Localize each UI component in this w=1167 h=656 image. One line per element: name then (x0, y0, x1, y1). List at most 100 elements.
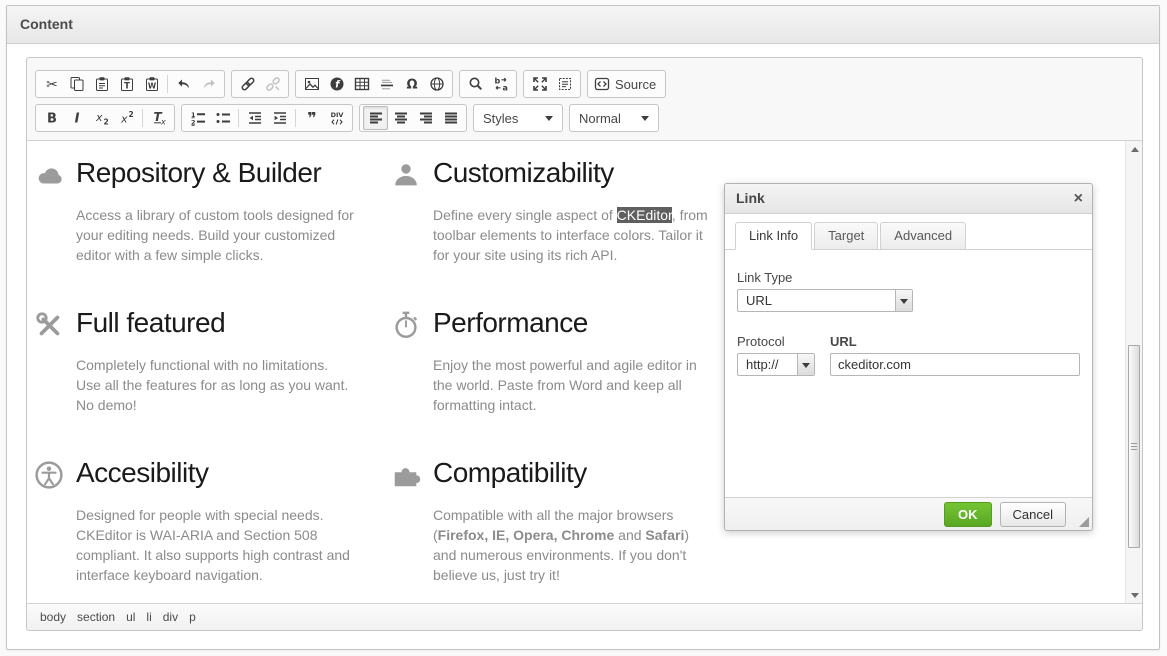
text-segment: Safari (645, 527, 684, 543)
link-icon (240, 76, 256, 92)
subscript-button[interactable] (89, 106, 114, 130)
italic-icon (69, 110, 85, 126)
show-blocks-button[interactable] (552, 72, 577, 96)
special-character-button[interactable] (399, 72, 424, 96)
remove-format-button[interactable] (146, 106, 171, 130)
dialog-body: Link Type URL Protocol http:// URL (725, 250, 1092, 502)
url-input[interactable] (830, 353, 1080, 376)
align-justify-button[interactable] (438, 106, 463, 130)
numbered-list-button[interactable] (185, 106, 210, 130)
source-label: Source (615, 77, 656, 92)
paste-button[interactable] (89, 72, 114, 96)
subscript-icon (94, 110, 110, 126)
link-type-dropdown-button[interactable] (895, 290, 912, 311)
align-right-button[interactable] (413, 106, 438, 130)
superscript-button[interactable] (114, 106, 139, 130)
replace-icon (493, 76, 509, 92)
puzzle-icon (391, 460, 421, 490)
paste-word-button[interactable] (139, 72, 164, 96)
indent-icon (272, 110, 288, 126)
section-title: Accesibility (76, 457, 356, 489)
section-title: Customizability (433, 157, 713, 189)
undo-button[interactable] (171, 72, 196, 96)
path-item-body[interactable]: body (40, 610, 66, 624)
protocol-select[interactable]: http:// (737, 353, 815, 376)
table-button[interactable] (349, 72, 374, 96)
path-item-section[interactable]: section (77, 610, 115, 624)
find-button[interactable] (463, 72, 488, 96)
indent-button[interactable] (267, 106, 292, 130)
tab-target[interactable]: Target (814, 222, 878, 250)
toolbar-group (231, 70, 289, 98)
close-icon[interactable]: × (1074, 184, 1083, 213)
toolbar-group: Source (587, 70, 666, 98)
scrollbar-thumb[interactable] (1128, 345, 1140, 548)
iframe-button[interactable] (424, 72, 449, 96)
source-icon (594, 76, 610, 92)
maximize-button[interactable] (527, 72, 552, 96)
format-combo[interactable]: Normal (569, 104, 659, 132)
scrollbar-up-button[interactable] (1126, 141, 1142, 157)
align-center-button[interactable] (388, 106, 413, 130)
undo-icon (176, 76, 192, 92)
blockquote-button[interactable] (299, 106, 324, 130)
cancel-button[interactable]: Cancel (1000, 502, 1066, 527)
cut-button[interactable] (39, 72, 64, 96)
toolbar-group (181, 104, 353, 132)
paste-text-icon (119, 76, 135, 92)
section-performance: PerformanceEnjoy the most powerful and a… (391, 307, 713, 415)
paste-text-button[interactable] (114, 72, 139, 96)
flash-icon (329, 76, 345, 92)
section-full-featured: Full featuredCompletely functional with … (34, 307, 356, 415)
div-container-button[interactable] (324, 106, 349, 130)
tab-link-info[interactable]: Link Info (735, 222, 812, 250)
path-item-p[interactable]: p (189, 610, 196, 624)
horizontal-rule-button[interactable] (374, 72, 399, 96)
replace-button[interactable] (488, 72, 513, 96)
text-segment: Completely functional with no limitation… (76, 357, 348, 413)
cut-icon (44, 76, 60, 92)
table-icon (354, 76, 370, 92)
blockquote-icon (304, 110, 320, 126)
protocol-label: Protocol (737, 334, 815, 349)
copy-button[interactable] (64, 72, 89, 96)
source-button[interactable]: Source (591, 72, 662, 96)
ok-button[interactable]: OK (944, 502, 992, 527)
remove-format-icon (151, 110, 167, 126)
toolbar-row: StylesNormal (35, 104, 1134, 132)
text-segment: and (614, 527, 645, 543)
chevron-down-icon (545, 116, 553, 125)
protocol-dropdown-button[interactable] (797, 354, 814, 375)
toolbar-separator (238, 109, 239, 127)
dialog-resize-handle[interactable] (1079, 517, 1089, 527)
flash-button[interactable] (324, 72, 349, 96)
show-blocks-icon (557, 76, 573, 92)
text-segment: Designed for people with special needs. … (76, 507, 350, 583)
image-button[interactable] (299, 72, 324, 96)
arrow-down-icon (1131, 593, 1139, 602)
tab-advanced[interactable]: Advanced (880, 222, 966, 250)
content-scrollbar[interactable] (1125, 141, 1142, 603)
toolbar-row: Source (35, 70, 1134, 98)
path-item-ul[interactable]: ul (126, 610, 135, 624)
section-title: Repository & Builder (76, 157, 356, 189)
path-item-div[interactable]: div (163, 610, 178, 624)
link-type-select[interactable]: URL (737, 289, 913, 312)
dialog-header[interactable]: Link × (725, 184, 1092, 214)
outdent-button[interactable] (242, 106, 267, 130)
redo-button[interactable] (196, 72, 221, 96)
scrollbar-down-button[interactable] (1126, 587, 1142, 603)
unlink-button[interactable] (260, 72, 285, 96)
link-button[interactable] (235, 72, 260, 96)
selected-text: CKEditor (617, 207, 672, 223)
text-segment: Access a library of custom tools designe… (76, 207, 354, 263)
superscript-icon (119, 110, 135, 126)
horizontal-rule-icon (379, 76, 395, 92)
bulleted-list-button[interactable] (210, 106, 235, 130)
path-item-li[interactable]: li (146, 610, 151, 624)
styles-combo[interactable]: Styles (473, 104, 563, 132)
align-left-button[interactable] (363, 106, 388, 130)
section-customizability: CustomizabilityDefine every single aspec… (391, 157, 713, 265)
bold-button[interactable] (39, 106, 64, 130)
italic-button[interactable] (64, 106, 89, 130)
